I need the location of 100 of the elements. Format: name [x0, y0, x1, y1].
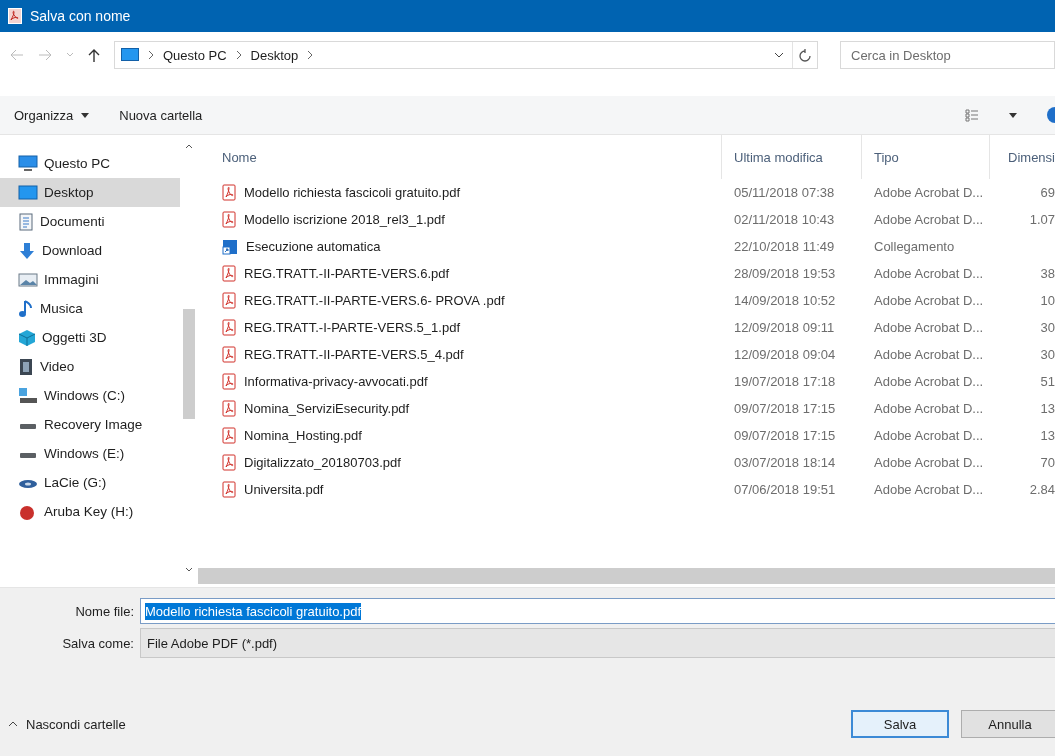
window-title: Salva con nome: [30, 8, 131, 24]
size-cell: 2.84: [1029, 482, 1055, 497]
file-name-cell[interactable]: Nomina_Hosting.pdf: [210, 427, 722, 444]
date-cell-text: 09/07/2018 17:15: [733, 401, 837, 416]
file-name-cell[interactable]: REG.TRATT.-II-PARTE-VERS.6.pdf: [210, 265, 722, 282]
date-cell-text: 12/09/2018 09:04: [733, 347, 837, 362]
breadcrumb-item[interactable]: Desktop: [250, 47, 299, 63]
file-name-cell[interactable]: Digitalizzato_20180703.pdf: [210, 454, 722, 471]
file-name-cell[interactable]: Modello richiesta fascicoli gratuito.pdf: [210, 184, 722, 201]
sidebar-item[interactable]: Musica: [0, 294, 180, 323]
chevron-icon: [306, 50, 315, 60]
date-cell-text: 14/09/2018 10:52: [733, 293, 837, 308]
pdf-file-icon: [222, 184, 236, 201]
file-name-field[interactable]: Modello richiesta fascicoli gratuito.pdf: [140, 598, 1055, 624]
type-cell-text: Adobe Acrobat D...: [873, 347, 985, 362]
chevron-up-icon[interactable]: [8, 721, 18, 727]
size-cell: 10: [1040, 293, 1055, 308]
file-name-cell[interactable]: REG.TRATT.-II-PARTE-VERS.6- PROVA .pdf: [210, 292, 722, 309]
sidebar-item[interactable]: Windows (E:): [0, 439, 180, 468]
caret-icon[interactable]: [1009, 112, 1017, 118]
computer-icon: [18, 154, 38, 173]
file-name-cell[interactable]: REG.TRATT.-I-PARTE-VERS.5_1.pdf: [210, 319, 722, 336]
file-name-cell[interactable]: Universita.pdf: [210, 481, 722, 498]
column-header[interactable]: Ultima modifica: [722, 135, 862, 179]
pdf-app-icon: [8, 8, 22, 24]
size-cell: 70: [1040, 455, 1055, 470]
scroll-up-icon[interactable]: [185, 143, 193, 149]
date-cell-text: 28/09/2018 19:53: [733, 266, 837, 281]
drive-icon: [20, 424, 36, 429]
type-cell-text: Adobe Acrobat D...: [873, 401, 985, 416]
refresh-icon[interactable]: [799, 48, 811, 62]
dropdown-caret-icon[interactable]: [774, 51, 784, 59]
sidebar-item[interactable]: Aruba Key (H:): [0, 497, 180, 526]
file-type-dropdown[interactable]: File Adobe PDF (*.pdf): [140, 628, 1055, 658]
sidebar-item[interactable]: Windows (C:): [0, 381, 180, 410]
sidebar-item[interactable]: Download: [0, 236, 180, 265]
size-cell: 30: [1040, 320, 1055, 335]
up-arrow-icon[interactable]: [88, 48, 100, 62]
type-cell-text: Adobe Acrobat D...: [873, 293, 985, 308]
chevron-icon: [147, 50, 155, 60]
pdf-file-icon: [222, 319, 236, 336]
drive-icon: [18, 386, 38, 405]
search-field[interactable]: Cerca in Desktop: [840, 41, 1055, 69]
pdf-file-icon: [222, 373, 236, 390]
caret-icon: [81, 112, 90, 118]
pdf-file-icon: [222, 427, 236, 444]
sidebar-item[interactable]: Documenti: [0, 207, 180, 236]
scroll-down-icon[interactable]: [185, 567, 193, 573]
drive-icon: [19, 479, 37, 488]
pdf-file-icon: [222, 292, 236, 309]
sidebar-item[interactable]: Immagini: [0, 265, 180, 294]
sidebar-item[interactable]: Recovery Image: [0, 410, 180, 439]
date-cell-text: 03/07/2018 18:14: [733, 455, 837, 470]
size-cell: 13: [1040, 428, 1055, 443]
scrollbar-thumb[interactable]: [183, 309, 195, 419]
file-name-cell[interactable]: Informativa-privacy-avvocati.pdf: [210, 373, 722, 390]
date-cell-text: 02/11/2018 10:43: [733, 212, 836, 227]
picture-icon: [18, 271, 38, 288]
sidebar-item[interactable]: LaCie (G:): [0, 468, 180, 497]
cancel-button[interactable]: Annulla: [961, 710, 1055, 738]
column-header[interactable]: Nome: [210, 135, 722, 179]
address-bar[interactable]: Questo PC Desktop: [114, 41, 818, 69]
chevron-icon: [234, 50, 243, 60]
type-cell-text: Collegamento: [873, 239, 956, 254]
date-cell-text: 07/06/2018 19:51: [733, 482, 837, 497]
monitor-icon: [18, 184, 38, 201]
type-cell-text: Adobe Acrobat D...: [873, 266, 985, 281]
save-button[interactable]: Salva: [851, 710, 949, 738]
size-cell: 51: [1040, 374, 1055, 389]
date-cell-text: 05/11/2018 07:38: [733, 185, 836, 200]
down-arrow-icon: [18, 241, 36, 260]
type-cell-text: Adobe Acrobat D...: [873, 428, 985, 443]
shortcut-icon: [222, 238, 238, 255]
size-cell: 30: [1040, 347, 1055, 362]
file-name-cell[interactable]: Nomina_ServiziEsecurity.pdf: [210, 400, 722, 417]
sidebar-item[interactable]: Questo PC: [0, 149, 180, 178]
sidebar-item[interactable]: Desktop: [0, 178, 180, 207]
file-name-cell[interactable]: REG.TRATT.-II-PARTE-VERS.5_4.pdf: [210, 346, 722, 363]
size-cell: 38: [1040, 266, 1055, 281]
date-cell-text: 22/10/2018 11:49: [733, 239, 836, 254]
date-cell-text: 12/09/2018 09:11: [733, 320, 836, 335]
column-header[interactable]: Dimensi: [990, 135, 1055, 179]
type-cell-text: Adobe Acrobat D...: [873, 185, 985, 200]
hide-folders-link[interactable]: Nascondi cartelle: [26, 716, 126, 732]
column-header[interactable]: Tipo: [862, 135, 990, 179]
size-cell: 69: [1040, 185, 1055, 200]
type-cell-text: Adobe Acrobat D...: [873, 320, 985, 335]
horizontal-scrollbar[interactable]: [198, 568, 1055, 584]
file-name-cell[interactable]: Modello iscrizione 2018_rel3_1.pdf: [210, 211, 722, 228]
file-name-cell[interactable]: Esecuzione automatica: [210, 238, 722, 255]
type-cell-text: Adobe Acrobat D...: [873, 482, 985, 497]
size-cell: 13: [1040, 401, 1055, 416]
pdf-file-icon: [222, 211, 236, 228]
organize-menu[interactable]: Organizza: [14, 107, 74, 123]
field-label: Salva come:: [61, 635, 135, 651]
sidebar-item[interactable]: Video: [0, 352, 180, 381]
sidebar-item[interactable]: Oggetti 3D: [0, 323, 180, 352]
view-options-icon[interactable]: [965, 108, 979, 122]
new-folder-button[interactable]: Nuova cartella: [119, 107, 203, 123]
breadcrumb-item[interactable]: Questo PC: [163, 47, 227, 63]
